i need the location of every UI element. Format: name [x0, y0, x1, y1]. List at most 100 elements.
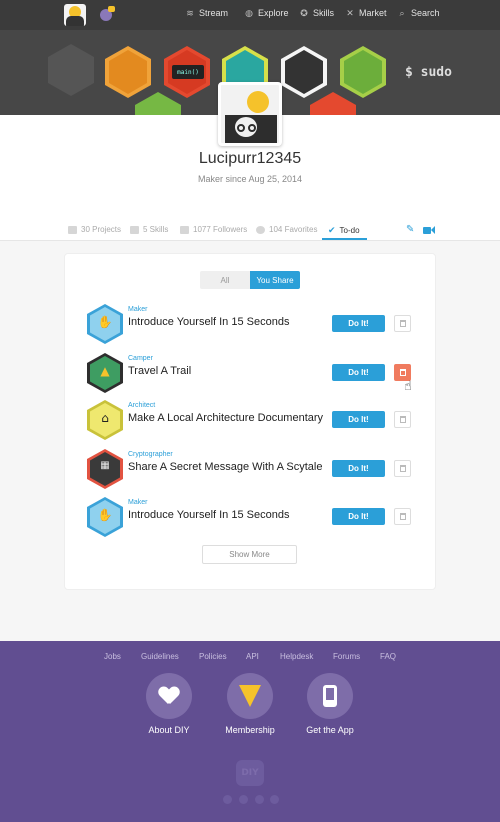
- trash-icon[interactable]: [394, 315, 411, 332]
- camper-badge-icon[interactable]: ▲: [87, 353, 123, 393]
- cryptographer-badge-icon[interactable]: ▦: [87, 449, 123, 489]
- filter-all[interactable]: All: [200, 271, 250, 289]
- filter-you-share[interactable]: You Share: [250, 271, 300, 289]
- tab-todo-label: To-do: [339, 226, 360, 235]
- challenge-title[interactable]: Introduce Yourself In 15 Seconds: [128, 509, 289, 521]
- filter-toggle: All You Share: [200, 271, 300, 289]
- search-icon: ⌕: [399, 8, 405, 18]
- challenge-skill[interactable]: Architect: [128, 402, 155, 409]
- cipher-icon: ▦: [100, 460, 110, 471]
- nav-search-label: Search: [411, 8, 440, 18]
- do-it-button[interactable]: Do It!: [332, 411, 385, 428]
- tab-projects[interactable]: 30 Projects: [68, 225, 121, 234]
- tools-icon: ✕: [346, 8, 354, 18]
- tab-todo[interactable]: ✔ To-do: [328, 225, 360, 236]
- video-camera-icon[interactable]: [423, 226, 435, 235]
- profile-avatar[interactable]: [218, 82, 282, 146]
- footer-link-helpdesk[interactable]: Helpdesk: [280, 652, 313, 661]
- challenge-row: ✋ Maker Introduce Yourself In 15 Seconds…: [85, 497, 415, 539]
- badge-bg-1: [48, 44, 94, 96]
- challenge-title[interactable]: Make A Local Architecture Documentary: [128, 412, 323, 424]
- nav-skills[interactable]: ✪ Skills: [299, 8, 334, 18]
- twitter-icon[interactable]: [239, 795, 248, 804]
- do-it-button[interactable]: Do It!: [332, 315, 385, 332]
- footer-link-faq[interactable]: FAQ: [380, 652, 396, 661]
- nav-search[interactable]: ⌕ Search: [397, 8, 440, 18]
- architect-badge-icon[interactable]: ⌂: [87, 400, 123, 440]
- trash-icon[interactable]: [394, 508, 411, 525]
- footer-link-forums[interactable]: Forums: [333, 652, 360, 661]
- tab-favorites-label: 104 Favorites: [269, 225, 318, 234]
- challenge-skill[interactable]: Cryptographer: [128, 451, 173, 458]
- trash-icon[interactable]: [394, 460, 411, 477]
- challenge-row: ⌂ Architect Make A Local Architecture Do…: [85, 400, 415, 442]
- challenge-skill[interactable]: Maker: [128, 499, 147, 506]
- show-more-button[interactable]: Show More: [202, 545, 297, 564]
- skills-icon: [130, 225, 139, 234]
- footer-link-policies[interactable]: Policies: [199, 652, 227, 661]
- building-icon: ⌂: [101, 411, 109, 425]
- do-it-button[interactable]: Do It!: [332, 364, 385, 381]
- footer-link-api[interactable]: API: [246, 652, 259, 661]
- pencil-icon[interactable]: ✎: [406, 225, 416, 235]
- facebook-icon[interactable]: [223, 795, 232, 804]
- heart-icon: [159, 687, 179, 705]
- followers-icon: [180, 225, 189, 234]
- nav-explore[interactable]: ◍ Explore: [244, 8, 288, 18]
- tab-favorites[interactable]: 104 Favorites: [256, 225, 317, 234]
- youtube-icon[interactable]: [255, 795, 264, 804]
- nav-market-label: Market: [359, 8, 387, 18]
- code-badge-label: main(): [172, 65, 204, 79]
- membership-button[interactable]: [227, 673, 273, 719]
- profile-username: Lucipurr12345: [198, 150, 302, 167]
- challenge-title[interactable]: Share A Secret Message With A Scytale: [128, 461, 322, 473]
- maker-badge-icon[interactable]: ✋: [87, 497, 123, 537]
- nav-stream-label: Stream: [199, 8, 229, 18]
- nav-skills-label: Skills: [313, 8, 335, 18]
- about-diy-button[interactable]: [146, 673, 192, 719]
- heart-icon: [256, 225, 265, 234]
- badge-runners: [281, 46, 327, 98]
- get-app-label[interactable]: Get the App: [280, 725, 380, 735]
- tent-icon: ▲: [100, 364, 110, 378]
- tab-skills[interactable]: 5 Skills: [130, 225, 168, 234]
- hand-cursor-icon: ☝: [404, 379, 412, 394]
- tumblr-icon[interactable]: [270, 795, 279, 804]
- check-icon: ✔: [328, 225, 336, 235]
- projects-icon: [68, 225, 77, 234]
- do-it-button[interactable]: Do It!: [332, 508, 385, 525]
- glasses-icon: [248, 124, 256, 132]
- challenge-title[interactable]: Introduce Yourself In 15 Seconds: [128, 316, 289, 328]
- footer-link-guidelines[interactable]: Guidelines: [141, 652, 179, 661]
- challenge-skill[interactable]: Maker: [128, 306, 147, 313]
- user-avatar-small[interactable]: [64, 4, 86, 26]
- tab-projects-label: 30 Projects: [81, 225, 122, 234]
- do-it-button[interactable]: Do It!: [332, 460, 385, 477]
- footer-link-jobs[interactable]: Jobs: [104, 652, 121, 661]
- tab-followers[interactable]: 1077 Followers: [180, 225, 247, 234]
- terminal-text: $ sudo: [405, 65, 452, 80]
- badge-bird: [340, 46, 386, 98]
- top-navigation: ≋ Stream ◍ Explore ✪ Skills ✕ Market ⌕ S…: [0, 0, 500, 30]
- get-app-button[interactable]: [307, 673, 353, 719]
- stream-icon: ≋: [186, 8, 194, 18]
- nav-stream[interactable]: ≋ Stream: [185, 8, 228, 18]
- notifications-icon[interactable]: [100, 6, 115, 21]
- maker-badge-icon[interactable]: ✋: [87, 304, 123, 344]
- diy-logo: DIY: [236, 760, 264, 786]
- nav-market[interactable]: ✕ Market: [345, 8, 387, 18]
- hand-icon: ✋: [97, 315, 113, 329]
- tab-skills-label: 5 Skills: [143, 225, 169, 234]
- badge-bg-3: [310, 92, 356, 115]
- challenge-skill[interactable]: Camper: [128, 355, 153, 362]
- badge-bg-2: [135, 92, 181, 115]
- hand-icon: ✋: [97, 508, 113, 522]
- challenge-title[interactable]: Travel A Trail: [128, 365, 191, 377]
- trash-icon[interactable]: [394, 411, 411, 428]
- challenge-row: ✋ Maker Introduce Yourself In 15 Seconds…: [85, 304, 415, 346]
- phone-icon: [323, 685, 337, 707]
- active-tab-indicator: [322, 238, 367, 240]
- avatar-figure: [66, 16, 84, 26]
- challenge-row: ▲ Camper Travel A Trail Do It!: [85, 353, 415, 395]
- challenge-row: ▦ Cryptographer Share A Secret Message W…: [85, 449, 415, 491]
